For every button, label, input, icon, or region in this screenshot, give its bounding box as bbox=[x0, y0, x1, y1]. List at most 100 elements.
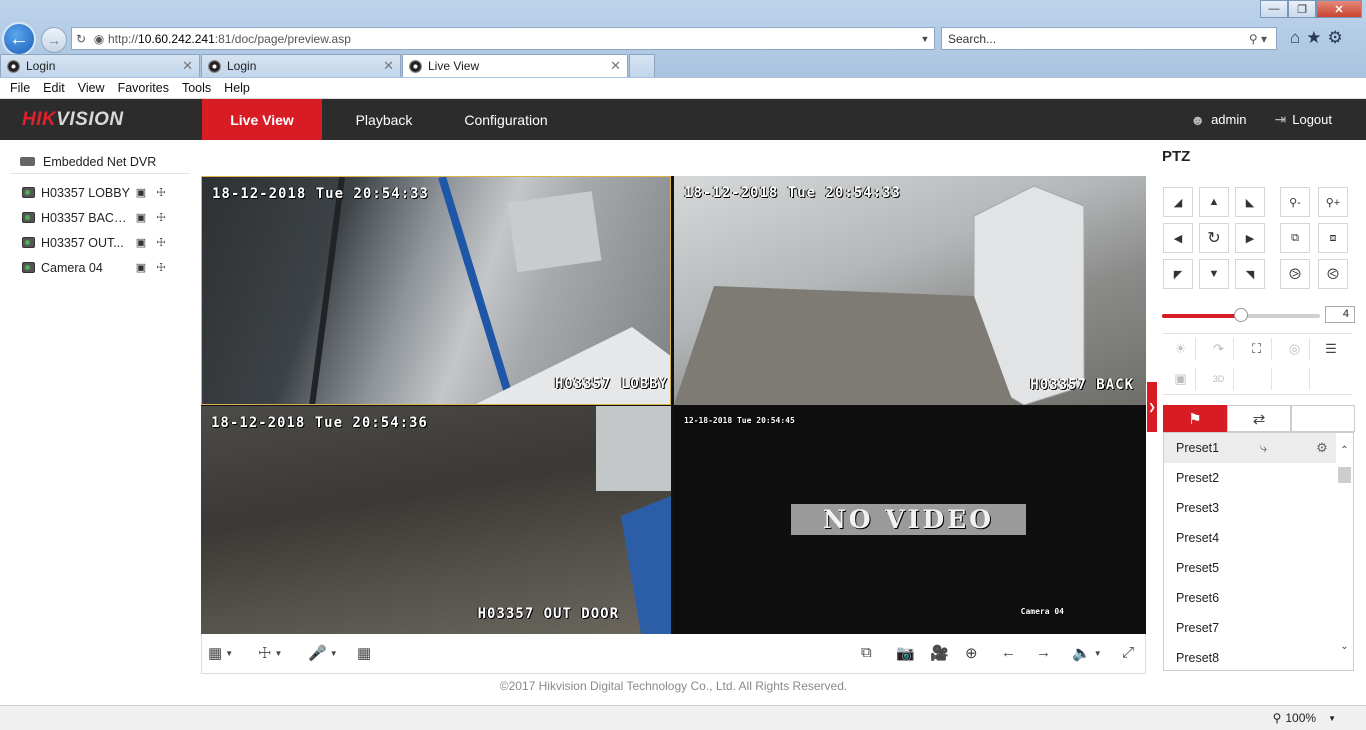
focus-far-button[interactable]: ⧈ bbox=[1318, 223, 1348, 253]
logout-link[interactable]: Logout bbox=[1292, 112, 1332, 127]
menu-favorites[interactable]: Favorites bbox=[118, 81, 177, 95]
nav-playback[interactable]: Playback bbox=[336, 99, 432, 140]
preset-item[interactable]: Preset6 bbox=[1164, 583, 1336, 613]
url-text[interactable]: http://10.60.242.241:81/doc/page/preview… bbox=[108, 32, 351, 46]
zoom-level[interactable]: 100% bbox=[1285, 711, 1316, 725]
stop-all-button[interactable]: ⧉ bbox=[861, 644, 872, 661]
new-tab-button[interactable] bbox=[629, 54, 655, 77]
focus-near-button[interactable]: ⧉ bbox=[1280, 223, 1310, 253]
chevron-up-icon[interactable]: ⌃ bbox=[1336, 445, 1353, 462]
tab-patrol[interactable]: ⇄ bbox=[1227, 405, 1291, 432]
settings-gear-icon[interactable]: ⚙ bbox=[1308, 440, 1336, 456]
logout-icon[interactable]: ⇥ bbox=[1275, 111, 1287, 128]
menu-file[interactable]: File bbox=[10, 81, 38, 95]
tab-close-icon[interactable]: ✕ bbox=[610, 58, 621, 74]
nav-live-view[interactable]: Live View bbox=[202, 99, 322, 140]
auto-focus-icon[interactable]: ⛶ bbox=[1242, 338, 1272, 360]
record-icon[interactable]: ▣ bbox=[131, 261, 151, 274]
search-input[interactable]: Search... ⚲ ▾ bbox=[941, 27, 1277, 50]
iris-open-button[interactable]: ⧁ bbox=[1280, 259, 1310, 289]
tab-pattern[interactable] bbox=[1291, 405, 1355, 432]
slider-knob[interactable] bbox=[1234, 308, 1248, 322]
maximize-button[interactable]: ❐ bbox=[1288, 0, 1316, 18]
minimize-button[interactable]: — bbox=[1260, 0, 1288, 18]
tab-close-icon[interactable]: ✕ bbox=[182, 58, 193, 74]
browser-tab[interactable]: Login ✕ bbox=[201, 54, 401, 77]
capture-button[interactable]: 📷 bbox=[896, 644, 915, 662]
preset-scrollbar[interactable]: ⌃ ⌄ bbox=[1336, 433, 1353, 670]
menu-view[interactable]: View bbox=[78, 81, 113, 95]
address-dropdown-icon[interactable]: ▼ bbox=[916, 34, 934, 44]
search-icon[interactable]: ⚲ ▾ bbox=[1240, 32, 1276, 46]
ptz-down-left-button[interactable]: ◤ bbox=[1163, 259, 1193, 289]
ptz-right-button[interactable]: ▶ bbox=[1235, 223, 1265, 253]
ptz-icon[interactable]: ☩ bbox=[151, 211, 171, 224]
browser-tab[interactable]: Login ✕ bbox=[0, 54, 200, 77]
home-icon[interactable]: ⌂ bbox=[1290, 28, 1300, 48]
collapse-ptz-handle[interactable]: ❯ bbox=[1147, 382, 1157, 432]
settings-gear-icon[interactable]: ⚙ bbox=[1328, 28, 1343, 48]
browser-tab-active[interactable]: Live View ✕ bbox=[402, 54, 628, 77]
record-icon[interactable]: ▣ bbox=[131, 236, 151, 249]
ptz-down-right-button[interactable]: ◥ bbox=[1235, 259, 1265, 289]
zoom-dropdown-icon[interactable]: ▼ bbox=[1328, 714, 1336, 723]
tab-preset[interactable]: ⚑ bbox=[1163, 405, 1227, 432]
iris-close-button[interactable]: ⧀ bbox=[1318, 259, 1348, 289]
manual-tracking-icon[interactable]: ▣ bbox=[1166, 368, 1196, 390]
ptz-up-button[interactable]: ▲ bbox=[1199, 187, 1229, 217]
camera-item[interactable]: H03357 OUT... ▣ ☩ bbox=[10, 230, 190, 255]
stream-type-button[interactable]: ☩ ▼ bbox=[258, 644, 282, 662]
video-cell-1[interactable]: 18-12-2018 Tue 20:54:33 H03357 LOBBY bbox=[201, 176, 671, 405]
close-window-button[interactable]: ✕ bbox=[1316, 0, 1362, 18]
lens-init-icon[interactable]: ◎ bbox=[1280, 338, 1310, 360]
3d-positioning-icon[interactable]: 3D bbox=[1204, 368, 1234, 390]
ptz-up-left-button[interactable]: ◢ bbox=[1163, 187, 1193, 217]
menu-edit[interactable]: Edit bbox=[43, 81, 73, 95]
ptz-left-button[interactable]: ◀ bbox=[1163, 223, 1193, 253]
record-icon[interactable]: ▣ bbox=[131, 186, 151, 199]
preset-item[interactable]: Preset2 bbox=[1164, 463, 1336, 493]
preset-item[interactable]: Preset3 bbox=[1164, 493, 1336, 523]
nav-configuration[interactable]: Configuration bbox=[452, 99, 560, 140]
camera-item[interactable]: Camera 04 ▣ ☩ bbox=[10, 255, 190, 280]
forward-button[interactable]: → bbox=[41, 27, 67, 53]
scroll-thumb[interactable] bbox=[1338, 467, 1351, 483]
fullscreen-button[interactable]: ⤢ bbox=[1122, 644, 1134, 661]
call-preset-icon[interactable]: ⤷ bbox=[1250, 440, 1278, 456]
two-way-audio-button[interactable]: 🎤 ▼ bbox=[308, 644, 338, 662]
ptz-speed-slider[interactable] bbox=[1162, 308, 1320, 322]
start-all-live-view-button[interactable]: ▦ bbox=[357, 644, 371, 662]
menu-icon[interactable]: ☰ bbox=[1316, 338, 1346, 360]
preset-item[interactable]: Preset7 bbox=[1164, 613, 1336, 643]
address-bar[interactable]: ↻ ◉ http://10.60.242.241:81/doc/page/pre… bbox=[71, 27, 935, 50]
chevron-down-icon[interactable]: ⌄ bbox=[1336, 641, 1353, 658]
previous-page-button[interactable]: ← bbox=[1001, 644, 1016, 661]
favorites-star-icon[interactable]: ★ bbox=[1306, 28, 1321, 48]
preset-item[interactable]: Preset1 ⤷ ⚙ bbox=[1164, 433, 1336, 463]
preset-item[interactable]: Preset4 bbox=[1164, 523, 1336, 553]
record-icon[interactable]: ▣ bbox=[131, 211, 151, 224]
ptz-icon[interactable]: ☩ bbox=[151, 236, 171, 249]
zoom-in-button[interactable]: ⚲+ bbox=[1318, 187, 1348, 217]
ptz-icon[interactable]: ☩ bbox=[151, 186, 171, 199]
light-icon[interactable]: ☀ bbox=[1166, 338, 1196, 360]
ptz-up-right-button[interactable]: ◣ bbox=[1235, 187, 1265, 217]
ptz-icon[interactable]: ☩ bbox=[151, 261, 171, 274]
ptz-auto-button[interactable]: ↻ bbox=[1199, 223, 1229, 253]
video-cell-3[interactable]: 18-12-2018 Tue 20:54:36 H03357 OUT DOOR bbox=[201, 406, 671, 634]
wiper-icon[interactable]: ↷ bbox=[1204, 338, 1234, 360]
back-button[interactable]: ← bbox=[2, 22, 36, 56]
next-page-button[interactable]: → bbox=[1036, 644, 1051, 661]
preset-item[interactable]: Preset5 bbox=[1164, 553, 1336, 583]
ptz-down-button[interactable]: ▼ bbox=[1199, 259, 1229, 289]
tree-root-dvr[interactable]: Embedded Net DVR bbox=[10, 150, 190, 174]
video-cell-2[interactable]: 18-12-2018 Tue 20:54:33 H03357 BACK bbox=[674, 176, 1146, 405]
menu-help[interactable]: Help bbox=[224, 81, 258, 95]
window-division-button[interactable]: ▦ ▼ bbox=[208, 644, 233, 662]
camera-item[interactable]: H03357 BACK... ▣ ☩ bbox=[10, 205, 190, 230]
digital-zoom-button[interactable]: ⊕ bbox=[965, 644, 978, 662]
audio-button[interactable]: 🔈 ▼ bbox=[1072, 644, 1102, 662]
menu-tools[interactable]: Tools bbox=[182, 81, 219, 95]
zoom-out-button[interactable]: ⚲- bbox=[1280, 187, 1310, 217]
refresh-icon[interactable]: ↻ bbox=[72, 32, 90, 46]
